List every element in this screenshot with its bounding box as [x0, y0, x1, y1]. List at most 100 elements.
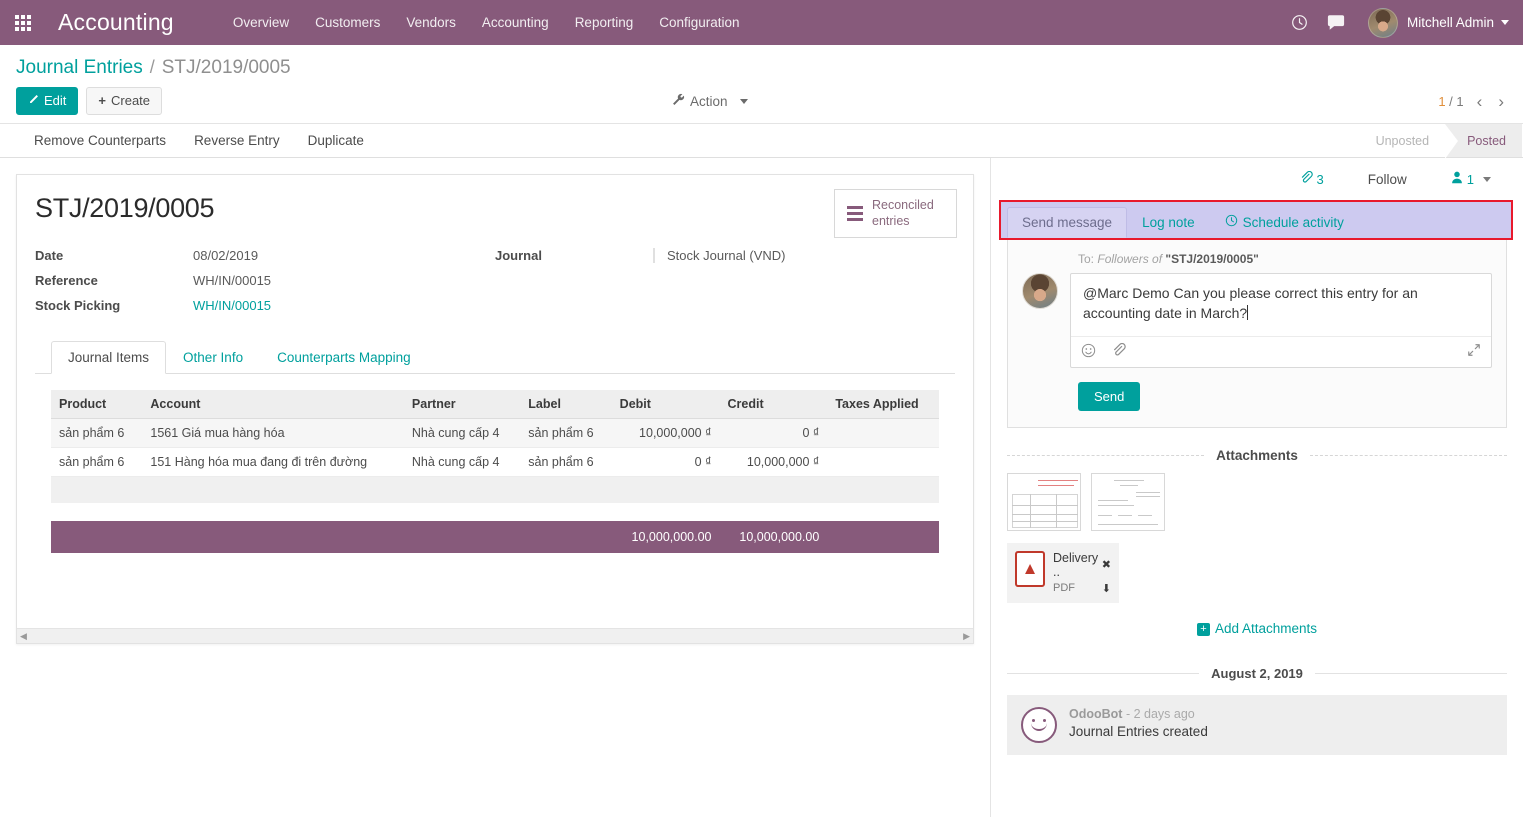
empty-cell: [51, 477, 939, 503]
wrench-icon: [672, 93, 685, 109]
table-row[interactable]: sản phẩm 6 151 Hàng hóa mua đang đi trên…: [51, 448, 939, 477]
chevron-down-icon[interactable]: [1501, 20, 1509, 25]
scroll-left-icon[interactable]: ◀: [20, 631, 27, 642]
avatar[interactable]: [1368, 8, 1398, 38]
stock-picking-link[interactable]: WH/IN/00015: [193, 298, 495, 313]
cell-product: sản phẩm 6: [51, 448, 142, 477]
message-author-name: OdooBot: [1069, 707, 1122, 721]
status-bar: Unposted Posted: [1354, 124, 1522, 157]
message-composer: To: Followers of "STJ/2019/0005" @Marc D…: [1007, 240, 1507, 428]
tab-counterparts-mapping[interactable]: Counterparts Mapping: [260, 341, 428, 374]
tab-schedule-activity[interactable]: Schedule activity: [1210, 206, 1359, 238]
journal-value: Stock Journal (VND): [653, 248, 955, 263]
create-button[interactable]: + Create: [86, 87, 162, 116]
duplicate-button[interactable]: Duplicate: [294, 133, 378, 148]
tab-log-note[interactable]: Log note: [1127, 207, 1210, 238]
cell-label: sản phẩm 6: [520, 419, 611, 448]
menu-item-accounting[interactable]: Accounting: [469, 0, 562, 45]
chatter-pane: 3 Follow 1 Send message Log note: [991, 158, 1523, 817]
menu-item-customers[interactable]: Customers: [302, 0, 393, 45]
user-menu-name[interactable]: Mitchell Admin: [1407, 15, 1494, 30]
table-body: sản phẩm 6 1561 Giá mua hàng hóa Nhà cun…: [51, 419, 939, 553]
table-row[interactable]: sản phẩm 6 1561 Giá mua hàng hóa Nhà cun…: [51, 419, 939, 448]
spacer-cell-b: [653, 273, 955, 288]
control-panel: Edit + Create Action 1 / 1 ‹ ›: [0, 79, 1523, 123]
create-button-label: Create: [111, 93, 150, 110]
status-posted[interactable]: Posted: [1445, 124, 1522, 157]
horizontal-scrollbar[interactable]: ◀ ▶: [17, 628, 973, 643]
attachment-thumbnail-image[interactable]: [1007, 473, 1081, 531]
journal-value-text: Stock Journal (VND): [654, 248, 785, 263]
col-taxes-applied: Taxes Applied: [827, 390, 939, 419]
tab-other-info[interactable]: Other Info: [166, 341, 260, 374]
spacer-cell-c: [495, 298, 653, 313]
download-icon[interactable]: ⬇: [1102, 582, 1111, 595]
cell-partner: Nhà cung cấp 4: [404, 419, 520, 448]
cell-taxes: [827, 448, 939, 477]
paperclip-icon[interactable]: [1112, 343, 1126, 360]
breadcrumb-separator: /: [150, 57, 155, 78]
status-unposted[interactable]: Unposted: [1354, 124, 1446, 157]
message-input[interactable]: @Marc Demo Can you please correct this e…: [1071, 274, 1491, 336]
stock-picking-label: Stock Picking: [35, 298, 193, 313]
totals-spacer: [51, 521, 612, 553]
pager-separator: /: [1449, 94, 1453, 109]
attachment-count-button[interactable]: 3: [1300, 171, 1324, 187]
col-partner: Partner: [404, 390, 520, 419]
edit-button[interactable]: Edit: [16, 87, 78, 116]
followers-button[interactable]: 1: [1451, 171, 1491, 187]
tab-send-message[interactable]: Send message: [1007, 207, 1127, 238]
text-cursor: [1247, 305, 1248, 320]
menu-item-reporting[interactable]: Reporting: [562, 0, 647, 45]
breadcrumb-root-link[interactable]: Journal Entries: [16, 57, 143, 79]
to-prefix: To:: [1078, 252, 1094, 266]
add-attachments-button[interactable]: +Add Attachments: [1007, 621, 1507, 636]
cell-debit: 10,000,000 ₫: [612, 419, 720, 448]
message-input-text: @Marc Demo Can you please correct this e…: [1083, 285, 1418, 321]
menu-item-configuration[interactable]: Configuration: [646, 0, 752, 45]
avatar: [1022, 273, 1058, 309]
chevron-right-icon[interactable]: ›: [1495, 93, 1507, 110]
plus-icon: +: [1197, 623, 1210, 636]
scroll-right-icon[interactable]: ▶: [963, 631, 970, 642]
apps-grid-icon[interactable]: [0, 0, 46, 45]
expand-icon[interactable]: [1467, 343, 1481, 360]
col-credit: Credit: [720, 390, 828, 419]
col-debit: Debit: [612, 390, 720, 419]
file-meta: Delivery .. ✖ PDF ⬇: [1053, 551, 1111, 595]
chevron-left-icon[interactable]: ‹: [1474, 93, 1486, 110]
follow-button[interactable]: Follow: [1368, 172, 1407, 187]
close-icon[interactable]: ✖: [1102, 558, 1111, 571]
message-date-separator: August 2, 2019: [1007, 666, 1507, 681]
reconciled-entries-stat-button[interactable]: Reconciled entries: [834, 189, 957, 238]
pager-total: 1: [1456, 94, 1463, 109]
paperclip-icon: [1300, 171, 1313, 187]
remove-counterparts-button[interactable]: Remove Counterparts: [20, 133, 180, 148]
pdf-icon: ▲: [1015, 551, 1045, 587]
tab-send-message-label: Send message: [1022, 215, 1112, 230]
cell-partner: Nhà cung cấp 4: [404, 448, 520, 477]
table-totals-row: 10,000,000.00 10,000,000.00: [51, 521, 939, 553]
cell-credit: 0 ₫: [720, 419, 828, 448]
attachment-thumbnail-image[interactable]: [1091, 473, 1165, 531]
page-title: STJ/2019/0005: [35, 193, 955, 224]
spacer-cell-d: [653, 298, 955, 313]
message-textbox[interactable]: @Marc Demo Can you please correct this e…: [1070, 273, 1492, 368]
composer-tabs: Send message Log note Schedule activity: [1007, 206, 1505, 238]
col-account: Account: [142, 390, 404, 419]
menu-item-overview[interactable]: Overview: [220, 0, 302, 45]
smiley-icon[interactable]: [1081, 343, 1096, 361]
clock-icon[interactable]: [1282, 0, 1318, 45]
reverse-entry-button[interactable]: Reverse Entry: [180, 133, 294, 148]
attachment-count-label: 3: [1317, 172, 1324, 187]
tab-journal-items[interactable]: Journal Items: [51, 341, 166, 374]
table-spacer-row: [51, 503, 939, 521]
app-brand-title[interactable]: Accounting: [58, 9, 174, 36]
menu-item-vendors[interactable]: Vendors: [393, 0, 469, 45]
send-button[interactable]: Send: [1078, 382, 1140, 411]
action-dropdown[interactable]: Action: [672, 79, 748, 123]
attachment-file-card[interactable]: ▲ Delivery .. ✖ PDF ⬇: [1007, 543, 1119, 603]
date-label: Date: [35, 248, 193, 263]
journal-items-table-wrap: Product Account Partner Label Debit Cred…: [35, 374, 955, 553]
chat-bubble-icon[interactable]: [1318, 0, 1354, 45]
